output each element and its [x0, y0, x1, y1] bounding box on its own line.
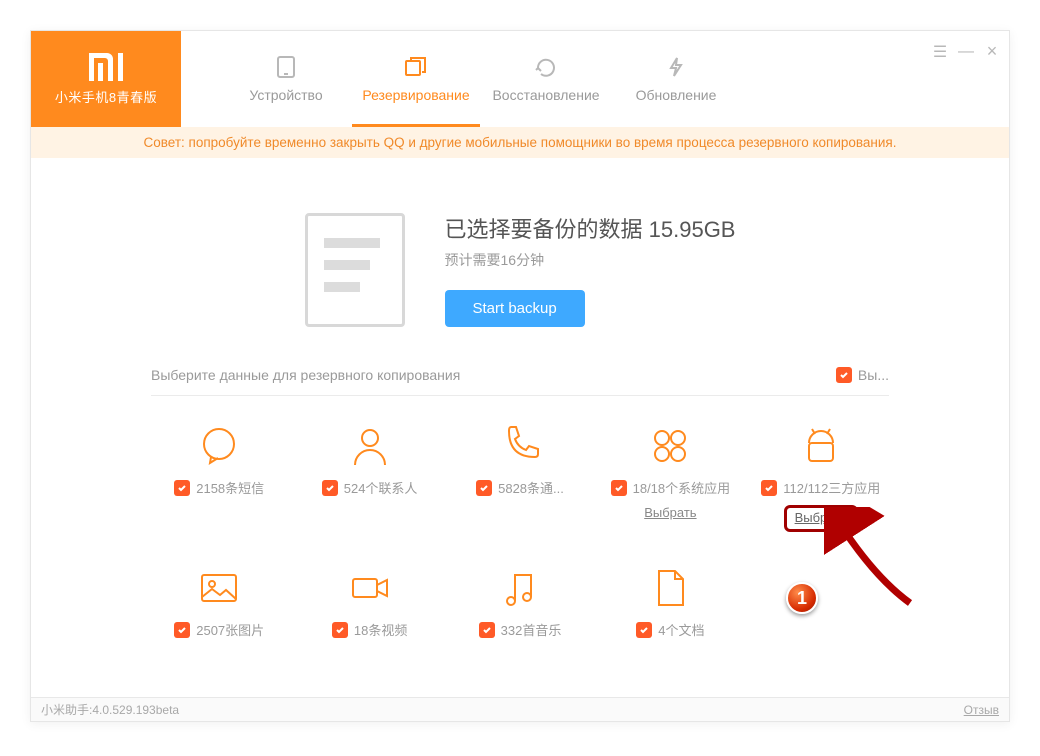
category-contacts[interactable]: 524个联系人	[301, 424, 437, 532]
category-docs-label: 4个文档	[658, 620, 704, 639]
checkbox-icon	[611, 480, 627, 496]
tab-restore-label: Восстановление	[492, 87, 599, 103]
version-label: 小米助手:4.0.529.193beta	[41, 701, 179, 718]
checkbox-icon	[761, 480, 777, 496]
category-contacts-label: 524个联系人	[344, 478, 418, 497]
phone-icon	[498, 424, 542, 468]
tab-update[interactable]: Обновление	[611, 48, 741, 111]
device-name: 小米手机8青春版	[55, 87, 157, 106]
category-music-label: 332首音乐	[501, 620, 562, 639]
category-videos-label: 18条视频	[354, 620, 407, 639]
android-icon	[799, 424, 843, 468]
tab-update-label: Обновление	[636, 87, 717, 103]
logo-tile: 小米手机8青春版	[31, 31, 181, 127]
summary: 已选择要备份的数据 15.95GB 预计需要16分钟 Start backup	[31, 158, 1009, 367]
summary-size: 15.95GB	[649, 217, 736, 242]
select-all[interactable]: Вы...	[836, 367, 889, 383]
category-music[interactable]: 332首音乐	[452, 566, 588, 639]
document-small-icon	[648, 566, 692, 610]
category-photos-label: 2507张图片	[196, 620, 264, 639]
window-controls: ☰ — ×	[931, 41, 1001, 62]
checkbox-icon	[636, 622, 652, 638]
menu-icon[interactable]: ☰	[931, 42, 949, 62]
titlebar: 小米手机8青春版 Устройство Резервирование Восст…	[31, 31, 1009, 127]
category-sysapps-label: 18/18个系统应用	[633, 478, 731, 497]
category-docs[interactable]: 4个文档	[602, 566, 738, 639]
mi-logo-icon	[89, 53, 123, 81]
feedback-link[interactable]: Отзыв	[964, 703, 999, 717]
restore-icon	[533, 56, 559, 81]
tab-backup[interactable]: Резервирование	[351, 48, 481, 111]
category-calllog[interactable]: 5828条通...	[452, 424, 588, 532]
tab-underline	[352, 124, 480, 127]
section-title: Выберите данные для резервного копирован…	[151, 367, 460, 383]
video-icon	[348, 566, 392, 610]
category-photos[interactable]: 2507张图片	[151, 566, 287, 639]
checkbox-icon	[476, 480, 492, 496]
nav: Устройство Резервирование Восстановление…	[181, 31, 1009, 127]
category-thirdparty-label: 112/112三方应用	[783, 478, 880, 497]
tablet-icon	[273, 56, 299, 81]
apps-icon	[648, 424, 692, 468]
category-sysapps[interactable]: 18/18个系统应用 Выбрать	[602, 424, 738, 532]
checkbox-icon	[836, 367, 852, 383]
app-window: 小米手机8青春版 Устройство Резервирование Восст…	[30, 30, 1010, 722]
checkbox-icon	[479, 622, 495, 638]
image-icon	[197, 566, 241, 610]
minimize-icon[interactable]: —	[957, 43, 975, 61]
music-icon	[498, 566, 542, 610]
copy-icon	[403, 56, 429, 81]
tab-backup-label: Резервирование	[362, 87, 469, 103]
choose-thirdparty-link[interactable]: Выбрать	[784, 505, 858, 532]
select-all-label: Вы...	[858, 367, 889, 383]
chat-icon	[197, 424, 241, 468]
summary-eta: 预计需要16分钟	[445, 250, 736, 270]
checkbox-icon	[322, 480, 338, 496]
checkbox-icon	[174, 622, 190, 638]
checkbox-icon	[174, 480, 190, 496]
category-videos[interactable]: 18条视频	[301, 566, 437, 639]
start-backup-button[interactable]: Start backup	[445, 290, 585, 327]
category-thirdparty[interactable]: 112/112三方应用 Выбрать	[753, 424, 889, 532]
close-icon[interactable]: ×	[983, 41, 1001, 62]
category-grid: 2158条短信 524个联系人 5828条通... 18/18个系统应用 Выб…	[151, 396, 889, 649]
tab-device[interactable]: Устройство	[221, 48, 351, 111]
document-icon	[305, 213, 405, 327]
category-sms[interactable]: 2158条短信	[151, 424, 287, 532]
data-section: Выберите данные для резервного копирован…	[31, 367, 1009, 649]
category-sms-label: 2158条短信	[196, 478, 264, 497]
summary-title-prefix: 已选择要备份的数据	[445, 217, 643, 242]
summary-title: 已选择要备份的数据 15.95GB	[445, 212, 736, 244]
tip-banner: Совет: попробуйте временно закрыть QQ и …	[31, 127, 1009, 158]
tab-restore[interactable]: Восстановление	[481, 48, 611, 111]
category-calllog-label: 5828条通...	[498, 478, 564, 497]
statusbar: 小米助手:4.0.529.193beta Отзыв	[31, 697, 1009, 721]
flash-icon	[663, 56, 689, 81]
tab-device-label: Устройство	[249, 87, 322, 103]
checkbox-icon	[332, 622, 348, 638]
person-icon	[348, 424, 392, 468]
summary-text: 已选择要备份的数据 15.95GB 预计需要16分钟 Start backup	[445, 212, 736, 327]
section-head: Выберите данные для резервного копирован…	[151, 367, 889, 396]
choose-sysapps-link[interactable]: Выбрать	[644, 505, 696, 520]
